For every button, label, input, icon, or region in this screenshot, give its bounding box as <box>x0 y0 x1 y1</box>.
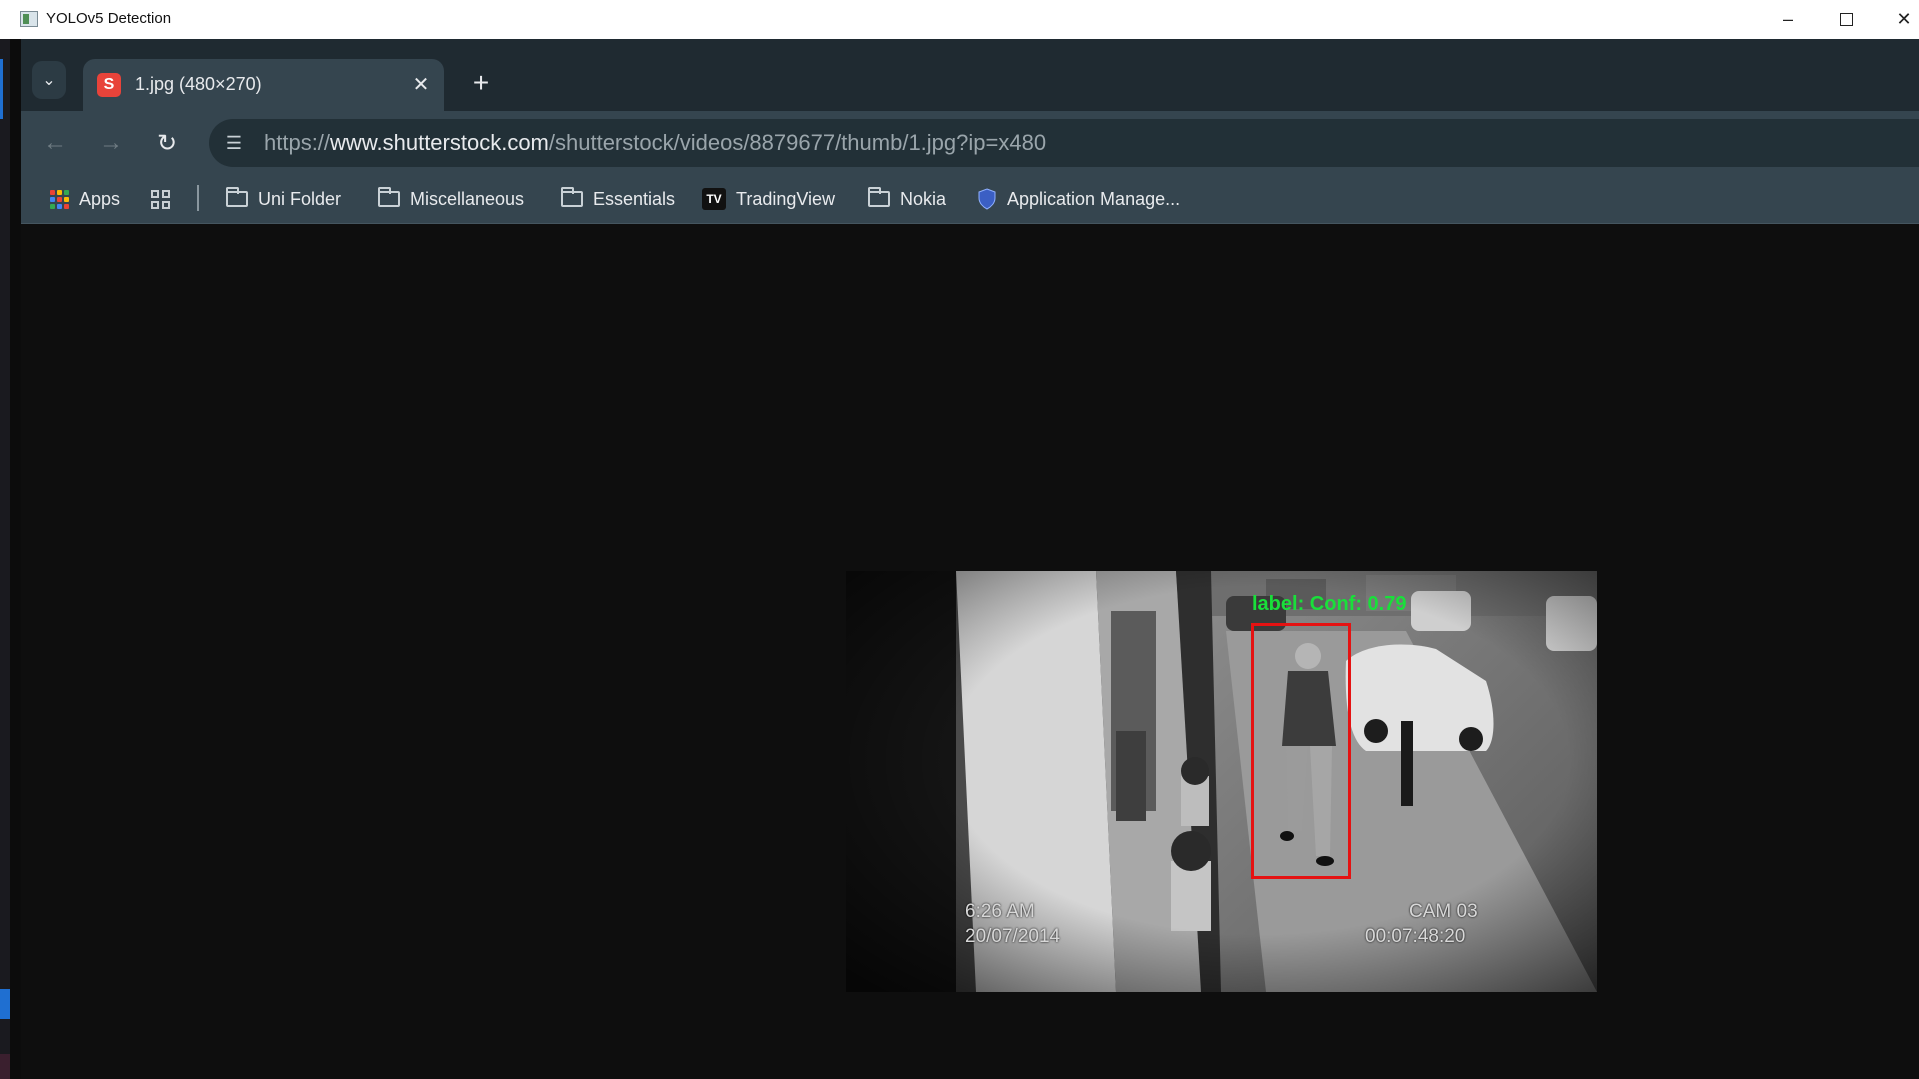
timestamp-time: 6:26 AM <box>965 901 1035 922</box>
bookmark-tradingview[interactable]: TV TradingView <box>702 185 835 213</box>
arrow-right-icon: → <box>99 129 123 156</box>
camera-label: CAM 03 <box>1409 901 1478 922</box>
bookmark-label: Essentials <box>593 188 676 209</box>
reload-button[interactable]: ↻ <box>149 125 185 161</box>
window-title: YOLOv5 Detection <box>46 10 172 27</box>
left-edge-strip <box>0 39 10 1079</box>
folder-icon <box>868 187 890 207</box>
folder-icon <box>561 187 583 207</box>
timecode: 00:07:48:20 <box>1365 926 1466 947</box>
bookmark-nokia[interactable]: Nokia <box>868 185 946 213</box>
close-icon: ✕ <box>1896 9 1912 29</box>
browser-window: ⌄ S 1.jpg (480×270) ✕ + ← → ↻ ☰ https://… <box>21 39 1919 1079</box>
folder-icon <box>226 187 248 207</box>
detection-label: label: Conf: 0.79 <box>1252 593 1407 615</box>
bookmark-label: Apps <box>79 188 121 209</box>
browser-toolbar: ← → ↻ ☰ https://www.shutterstock.com/shu… <box>21 111 1919 175</box>
plus-icon: + <box>472 67 490 98</box>
bookmark-label: Uni Folder <box>258 188 342 209</box>
site-info-icon[interactable]: ☰ <box>221 131 247 155</box>
tab-close-button[interactable]: ✕ <box>408 71 434 97</box>
window-title-bar: YOLOv5 Detection – ✕ <box>0 0 1919 39</box>
bookmark-apps[interactable]: Apps <box>50 185 120 213</box>
bookmark-miscellaneous[interactable]: Miscellaneous <box>378 185 524 213</box>
bookmark-tab-groups[interactable] <box>151 185 180 213</box>
maximize-icon <box>1839 13 1853 26</box>
bookmark-uni-folder[interactable]: Uni Folder <box>226 185 341 213</box>
tab-strip: ⌄ S 1.jpg (480×270) ✕ + <box>21 39 1919 111</box>
folder-icon <box>378 187 400 207</box>
maximize-button[interactable] <box>1818 4 1874 35</box>
url-scheme: https:// <box>264 130 331 155</box>
bookmark-separator <box>197 185 199 211</box>
tab-search-button[interactable]: ⌄ <box>32 61 66 99</box>
tab-title: 1.jpg (480×270) <box>135 74 262 94</box>
bookmark-essentials[interactable]: Essentials <box>561 185 675 213</box>
new-tab-button[interactable]: + <box>463 65 499 101</box>
minimize-icon: – <box>1782 9 1793 29</box>
url-text[interactable]: https://www.shutterstock.com/shutterstoc… <box>264 130 1046 156</box>
url-path: /shutterstock/videos/8879677/thumb/1.jpg… <box>548 130 1047 155</box>
url-host: www.shutterstock.com <box>330 130 549 155</box>
accent-bar <box>0 1054 10 1079</box>
apps-grid-icon <box>50 189 69 209</box>
arrow-left-icon: ← <box>43 129 67 156</box>
bookmark-label: Nokia <box>900 188 947 209</box>
tradingview-icon: TV <box>702 188 726 210</box>
bookmarks-bar: Apps Uni Folder Miscellaneous Essentials… <box>21 175 1919 224</box>
back-button[interactable]: ← <box>37 125 73 161</box>
address-bar[interactable]: ☰ https://www.shutterstock.com/shutterst… <box>209 119 1919 167</box>
page-content: label: Conf: 0.79 6:26 AM 20/07/2014 CAM… <box>21 224 1919 1079</box>
bookmark-application-manager[interactable]: Application Manage... <box>977 185 1180 213</box>
bookmark-label: Application Manage... <box>1007 188 1181 209</box>
accent-bar <box>0 59 3 119</box>
forward-button[interactable]: → <box>93 125 129 161</box>
cctv-image: label: Conf: 0.79 6:26 AM 20/07/2014 CAM… <box>846 571 1597 992</box>
app-icon <box>20 11 38 27</box>
detection-box <box>1251 623 1351 879</box>
shield-icon <box>977 188 997 210</box>
tab-active[interactable]: S 1.jpg (480×270) ✕ <box>83 59 444 111</box>
timestamp-date: 20/07/2014 <box>965 926 1061 947</box>
reload-icon: ↻ <box>156 129 178 157</box>
chevron-down-icon: ⌄ <box>42 72 56 89</box>
close-icon: ✕ <box>412 73 430 96</box>
bookmark-label: TradingView <box>736 188 836 209</box>
bookmark-label: Miscellaneous <box>410 188 525 209</box>
tab-groups-icon <box>151 189 170 209</box>
cctv-scene <box>846 571 1597 992</box>
shutterstock-icon: S <box>97 73 121 97</box>
minimize-button[interactable]: – <box>1760 4 1816 35</box>
accent-bar <box>0 989 10 1019</box>
close-window-button[interactable]: ✕ <box>1876 4 1919 35</box>
